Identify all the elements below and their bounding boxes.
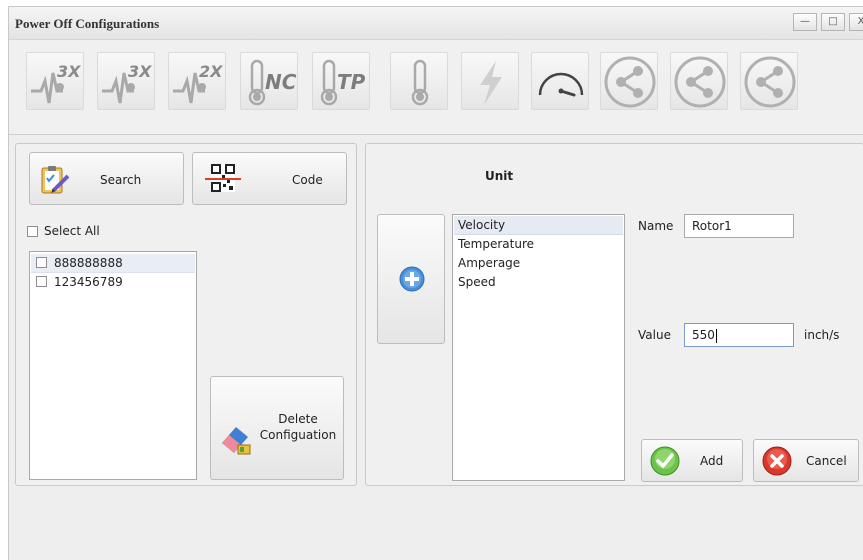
qr-code-scan-icon [205, 164, 241, 192]
maximize-button[interactable]: □ [821, 13, 845, 31]
toolbar-label: 3X [57, 62, 81, 81]
eraser-icon [222, 427, 251, 455]
clipboard-pencil-icon [41, 166, 70, 194]
minimize-button[interactable]: — [793, 13, 817, 31]
share-icon [744, 56, 796, 108]
toolbar-label: TP [337, 70, 366, 94]
cancel-circle-icon [762, 446, 792, 476]
vibration-2x-icon: 2X [173, 62, 223, 104]
toolbar-button-share-2[interactable] [670, 52, 728, 110]
unit-item-amperage[interactable]: Amperage [454, 254, 623, 272]
minimize-icon: — [800, 16, 810, 27]
code-button[interactable]: Code [192, 152, 347, 205]
toolbar: 3X 3X 2X NC TP [9, 40, 863, 135]
list-item-label: 123456789 [54, 275, 123, 289]
toolbar-button-thermometer[interactable] [390, 52, 448, 110]
select-all-checkbox[interactable]: Select All [27, 223, 147, 241]
toolbar-label: NC [265, 70, 297, 94]
toolbar-button-thermometer-tp[interactable]: TP [312, 52, 370, 110]
add-button-label: Add [700, 454, 724, 468]
search-button-label: Search [100, 173, 142, 187]
list-item[interactable]: 888888888 [31, 254, 195, 273]
name-field[interactable]: Rotor1 [684, 214, 794, 238]
unit-item-label: Speed [458, 275, 496, 289]
plus-circle-icon [399, 266, 425, 292]
cancel-button[interactable]: Cancel [753, 439, 859, 482]
maximize-icon: □ [828, 16, 838, 27]
list-item-checkbox[interactable] [36, 276, 47, 287]
window-title: Power Off Configurations [15, 16, 160, 31]
delete-configuration-button[interactable]: Delete Configuation [210, 376, 344, 480]
thermometer-icon [411, 59, 429, 106]
value-field[interactable]: 550 [684, 323, 794, 347]
toolbar-button-vibration-2x[interactable]: 2X [168, 52, 226, 110]
toolbar-label: 3X [128, 62, 152, 81]
unit-item-temperature[interactable]: Temperature [454, 235, 623, 253]
check-circle-icon [650, 446, 680, 476]
delete-label-line1: Delete [278, 412, 318, 426]
cancel-button-label: Cancel [806, 454, 847, 468]
text-cursor [715, 328, 717, 343]
value-unit-label: inch/s [804, 328, 840, 342]
toolbar-button-lightning[interactable] [461, 52, 519, 110]
list-item-checkbox[interactable] [36, 257, 47, 268]
add-button[interactable]: Add [641, 439, 743, 482]
add-unit-button[interactable] [377, 214, 445, 344]
unit-item-label: Temperature [458, 237, 535, 251]
toolbar-button-share-3[interactable] [740, 52, 798, 110]
lightning-icon [480, 61, 502, 105]
value-field-text: 550 [692, 328, 715, 342]
share-icon [674, 56, 726, 108]
code-button-label: Code [292, 173, 323, 187]
unit-list[interactable]: Velocity Temperature Amperage Speed [452, 214, 625, 481]
title-bar: Power Off Configurations — □ X [9, 7, 863, 40]
vibration-3x-icon: 3X [31, 62, 81, 104]
value-label: Value [638, 328, 671, 342]
device-list[interactable]: 888888888 123456789 [29, 251, 197, 480]
unit-item-velocity[interactable]: Velocity [454, 216, 623, 235]
toolbar-label: 2X [199, 62, 223, 81]
toolbar-button-vibration-3x-2[interactable]: 3X [97, 52, 155, 110]
speedometer-icon [538, 72, 584, 97]
name-label: Name [638, 219, 674, 233]
toolbar-button-thermometer-nc[interactable]: NC [240, 52, 298, 110]
unit-item-label: Amperage [458, 256, 521, 270]
thermometer-tp-icon: TP [320, 59, 366, 106]
close-icon: X [857, 16, 863, 27]
unit-item-speed[interactable]: Speed [454, 273, 623, 291]
toolbar-button-vibration-3x-1[interactable]: 3X [26, 52, 84, 110]
power-off-configurations-window: Power Off Configurations — □ X 3X 3X 2X … [8, 6, 863, 560]
share-icon [604, 56, 656, 108]
window-controls: — □ X [789, 13, 863, 31]
toolbar-button-share-1[interactable] [600, 52, 658, 110]
unit-panel: Unit Velocity Temperature Amperage Speed [365, 143, 863, 486]
list-item-label: 888888888 [54, 256, 123, 270]
select-all-checkbox-box[interactable] [27, 226, 38, 237]
toolbar-button-speedometer[interactable] [531, 52, 589, 110]
unit-item-label: Velocity [458, 218, 506, 232]
list-item[interactable]: 123456789 [31, 273, 195, 291]
unit-heading: Unit [485, 169, 514, 183]
close-button[interactable]: X [849, 13, 863, 31]
search-button[interactable]: Search [29, 152, 184, 205]
vibration-3x-icon: 3X [102, 62, 152, 104]
device-list-panel: Search Code Select All 888888888 1234567… [15, 143, 357, 486]
delete-label-line2: Configuation [259, 428, 337, 442]
thermometer-nc-icon: NC [248, 59, 297, 106]
select-all-label: Select All [44, 224, 100, 238]
